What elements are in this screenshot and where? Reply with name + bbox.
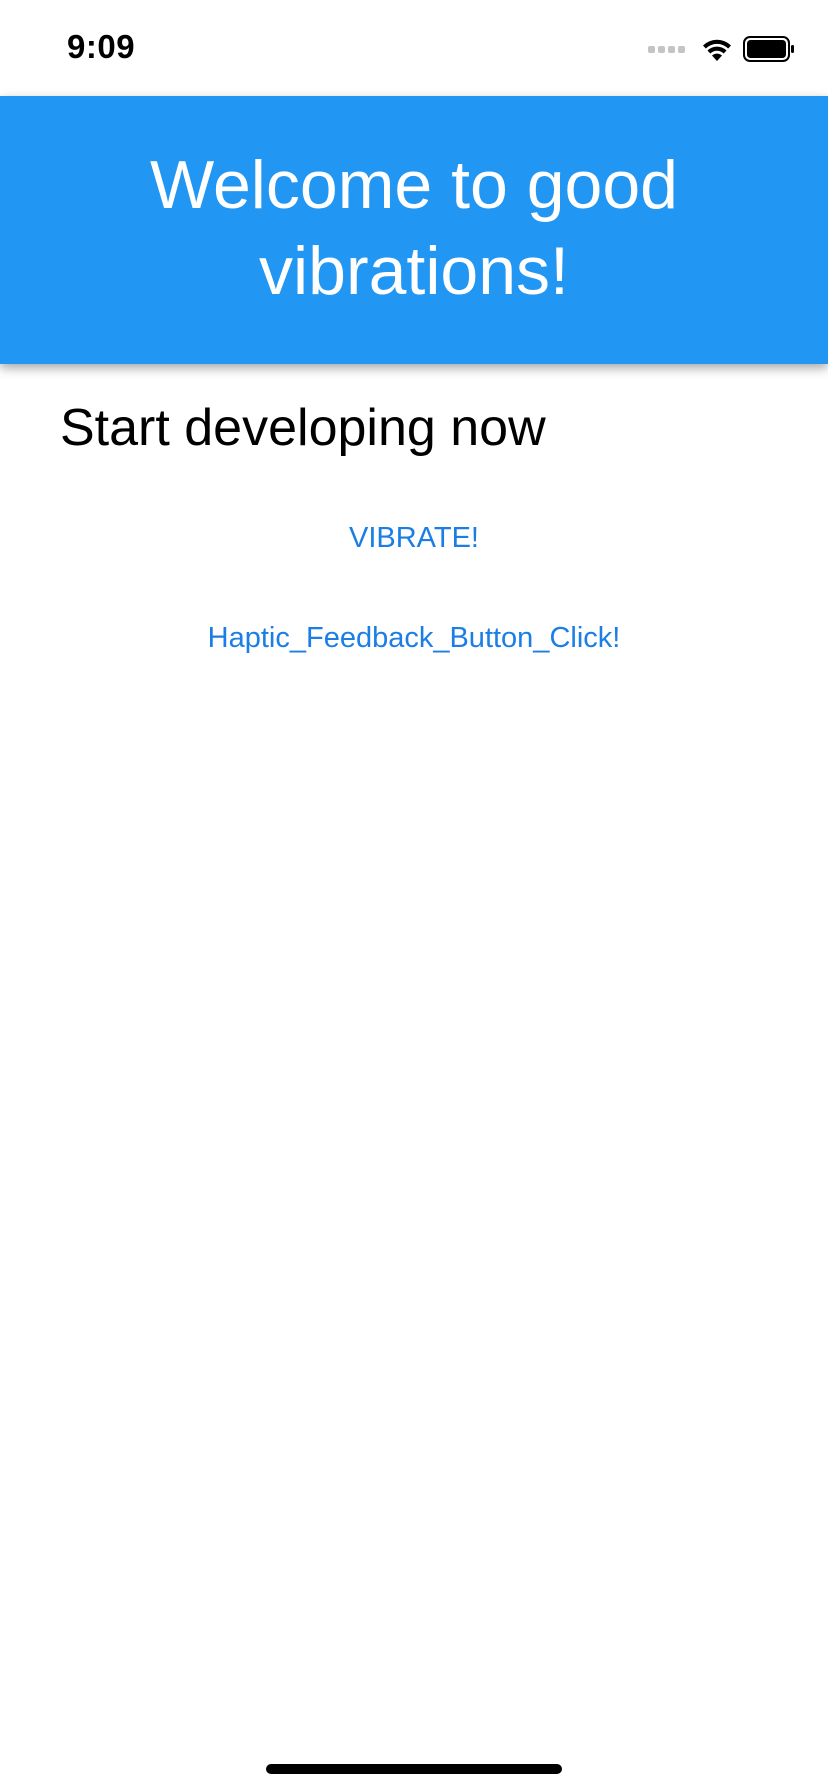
signal-dots-icon: [648, 45, 685, 53]
wifi-icon: [703, 39, 731, 61]
app-header: Welcome to good vibrations!: [0, 96, 828, 364]
status-time: 9:09: [67, 28, 136, 65]
home-indicator[interactable]: [266, 1764, 562, 1774]
haptic-feedback-button[interactable]: Haptic_Feedback_Button_Click!: [0, 622, 828, 655]
battery-icon: [743, 36, 794, 62]
header-title: Welcome to good vibrations!: [150, 147, 678, 309]
status-icons: [648, 34, 795, 64]
status-bar: 9:09: [0, 0, 828, 96]
page-subtitle: Start developing now: [60, 399, 546, 457]
vibrate-button[interactable]: VIBRATE!: [0, 522, 828, 555]
